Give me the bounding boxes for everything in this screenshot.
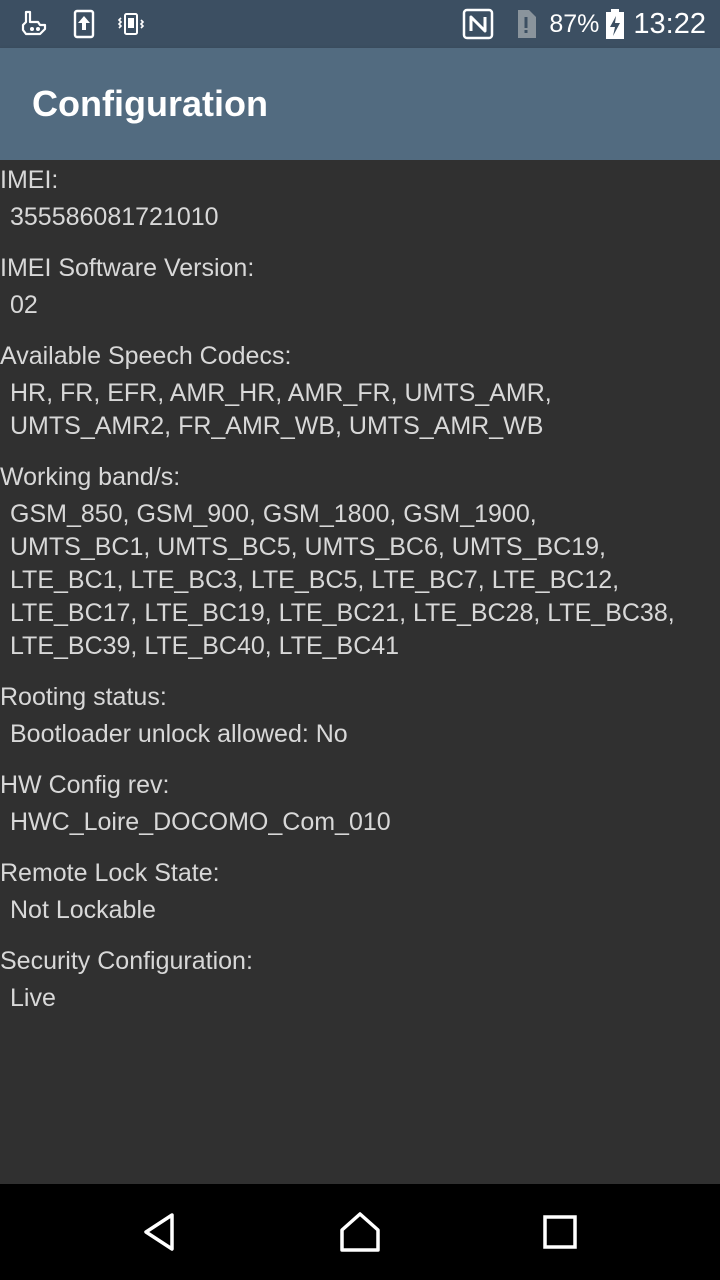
entry-rooting-status: Rooting status: Bootloader unlock allowe…	[0, 681, 720, 751]
navigation-bar	[0, 1184, 720, 1280]
entry-label: Available Speech Codecs:	[0, 342, 292, 370]
entry-working-bands: Working band/s: GSM_850, GSM_900, GSM_18…	[0, 461, 720, 663]
entry-label: IMEI:	[0, 166, 59, 194]
entry-value: Bootloader unlock allowed: No	[10, 720, 348, 748]
entry-label: Working band/s:	[0, 463, 181, 491]
entry-label: IMEI Software Version:	[0, 254, 255, 282]
entry-remote-lock-state: Remote Lock State: Not Lockable	[0, 857, 720, 927]
entry-label: Rooting status:	[0, 683, 167, 711]
status-bar: 87% 13:22	[0, 0, 720, 48]
entry-value: HR, FR, EFR, AMR_HR, AMR_FR, UMTS_AMR, U…	[10, 379, 552, 440]
entry-label: Security Configuration:	[0, 947, 253, 975]
entry-imei-software-version: IMEI Software Version: 02	[0, 252, 720, 322]
nfc-icon	[461, 7, 495, 41]
entry-label: HW Config rev:	[0, 771, 170, 799]
entry-security-configuration: Security Configuration: Live	[0, 945, 720, 1015]
battery-charging-icon	[605, 8, 625, 40]
entry-label: Remote Lock State:	[0, 859, 220, 887]
recents-icon[interactable]	[532, 1204, 588, 1260]
entry-value: HWC_Loire_DOCOMO_Com_010	[10, 808, 391, 836]
app-bar: Configuration	[0, 48, 720, 160]
clock: 13:22	[633, 7, 706, 40]
entry-speech-codecs: Available Speech Codecs: HR, FR, EFR, AM…	[0, 340, 720, 443]
entry-imei: IMEI: 355586081721010	[0, 164, 720, 234]
entry-value: Not Lockable	[10, 896, 156, 924]
configuration-list[interactable]: IMEI: 355586081721010 IMEI Software Vers…	[0, 160, 720, 1184]
entry-value: GSM_850, GSM_900, GSM_1800, GSM_1900, UM…	[10, 500, 675, 660]
entry-value: 02	[10, 291, 38, 319]
entry-value: 355586081721010	[10, 203, 219, 231]
back-icon[interactable]	[132, 1204, 188, 1260]
entry-value: Live	[10, 984, 56, 1012]
page-title: Configuration	[32, 83, 268, 124]
entry-hw-config-rev: HW Config rev: HWC_Loire_DOCOMO_Com_010	[0, 769, 720, 839]
usb-debugging-icon	[18, 8, 50, 40]
no-sim-icon	[513, 8, 539, 40]
upload-icon	[68, 8, 100, 40]
battery-percent: 87%	[549, 9, 600, 38]
vibrate-icon	[114, 8, 146, 40]
home-icon[interactable]	[332, 1204, 388, 1260]
